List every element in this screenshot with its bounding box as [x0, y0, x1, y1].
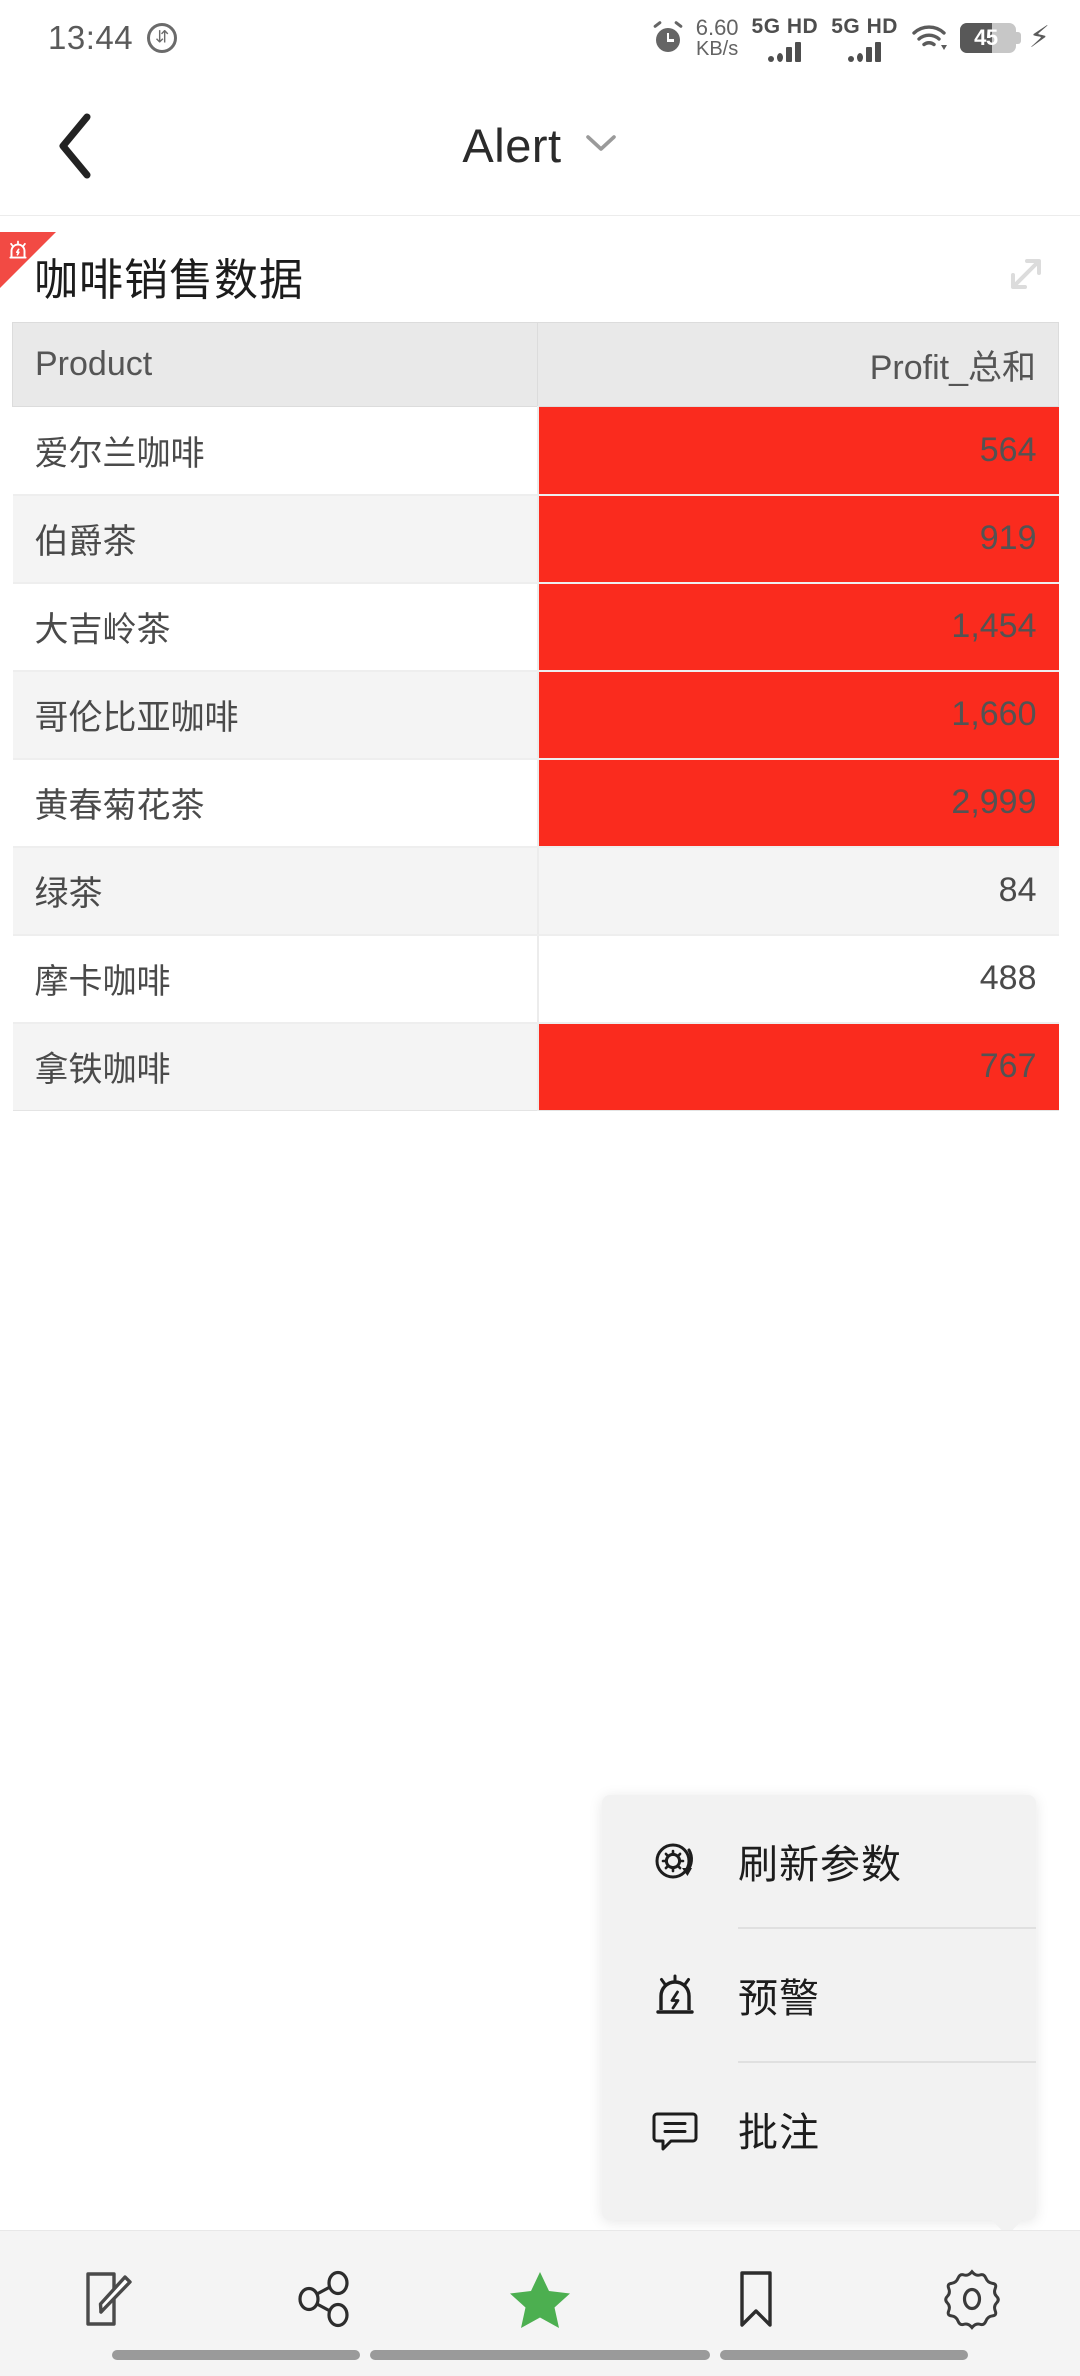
wifi-icon	[911, 24, 947, 52]
sim2-label: 5G HD	[831, 14, 898, 38]
gear-icon	[944, 2269, 1000, 2330]
table-row[interactable]: 拿铁咖啡 767	[12, 1022, 1059, 1111]
expand-diagonal-icon	[1011, 258, 1041, 289]
edit-note-icon	[86, 2272, 132, 2326]
system-navigation-bar[interactable]	[0, 2348, 1080, 2362]
table-body: 爱尔兰咖啡 564 伯爵茶 919 大吉岭茶 1,454 哥伦比亚咖啡 1,660 黄春菊花茶 2…	[12, 406, 1059, 1111]
status-bar: 13:44 ⇵ 6.60 KB/s 5G HD 5G HD 45 ⚡	[0, 0, 1080, 76]
menu-item-label: 刷新参数	[738, 1843, 902, 1887]
sim1-bars	[768, 41, 802, 62]
column-header-profit[interactable]: Profit_总和	[537, 322, 1059, 407]
network-speed-unit: KB/s	[696, 38, 739, 61]
status-right-group: 6.60 KB/s 5G HD 5G HD 45 ⚡	[652, 14, 1050, 62]
phone-screen: 13:44 ⇵ 6.60 KB/s 5G HD 5G HD 45 ⚡ Alert…	[0, 0, 1080, 2376]
share-icon	[298, 2270, 349, 2328]
report-card: 咖啡销售数据	[0, 232, 1080, 320]
network-speed-value: 6.60	[695, 14, 739, 40]
cell-product: 摩卡咖啡	[12, 934, 539, 1024]
menu-item-alert[interactable]: 预警	[602, 1929, 1036, 2061]
cell-profit: 488	[537, 934, 1059, 1024]
alarm-clock-icon	[652, 20, 683, 54]
toolbar-button-settings[interactable]	[922, 2259, 1022, 2339]
table-row[interactable]: 大吉岭茶 1,454	[12, 582, 1059, 672]
toolbar-button-bookmark[interactable]	[706, 2259, 806, 2339]
cell-product: 伯爵茶	[12, 494, 539, 584]
nav-back-pill[interactable]	[112, 2350, 360, 2360]
cell-product: 拿铁咖啡	[12, 1022, 539, 1111]
sim1-label: 5G HD	[751, 14, 819, 38]
chevron-left-icon	[59, 113, 91, 178]
cell-profit: 84	[537, 846, 1059, 936]
refresh-settings-icon	[648, 1834, 702, 1888]
app-navbar: Alert	[0, 76, 1080, 216]
cell-profit-alert: 564	[537, 406, 1059, 496]
table-row[interactable]: 摩卡咖啡 488	[12, 934, 1059, 1024]
siren-alert-icon	[9, 240, 27, 259]
sim2-bars	[848, 41, 882, 62]
network-speed: 6.60 KB/s	[695, 14, 739, 61]
sim2-signal: 5G HD	[831, 15, 898, 62]
cell-product: 哥伦比亚咖啡	[12, 670, 539, 760]
battery-percent: 45	[974, 25, 998, 50]
cell-profit-alert: 1,660	[537, 670, 1059, 760]
download-upload-icon: ⇵	[147, 23, 178, 53]
table-header-row: Product Profit_总和	[12, 322, 1059, 407]
sim1-signal: 5G HD	[752, 15, 819, 62]
nav-home-pill[interactable]	[370, 2350, 710, 2360]
column-header-product[interactable]: Product	[12, 322, 538, 407]
title-dropdown-button[interactable]	[584, 132, 618, 159]
cell-product: 绿茶	[12, 846, 539, 936]
siren-alert-icon	[648, 1968, 702, 2022]
table-row[interactable]: 黄春菊花茶 2,999	[12, 758, 1059, 848]
table-row[interactable]: 绿茶 84	[12, 846, 1059, 936]
table-row[interactable]: 哥伦比亚咖啡 1,660	[12, 670, 1059, 760]
toolbar-button-share[interactable]	[274, 2259, 374, 2339]
table-row[interactable]: 爱尔兰咖啡 564	[12, 406, 1059, 496]
menu-item-annotation[interactable]: 批注	[602, 2063, 1036, 2195]
back-button[interactable]	[22, 91, 132, 201]
cell-profit-alert: 767	[537, 1022, 1059, 1111]
menu-item-refresh-params[interactable]: 刷新参数	[602, 1795, 1036, 1927]
chevron-down-icon	[585, 135, 616, 151]
menu-item-label: 预警	[738, 1977, 820, 2021]
star-icon	[510, 2272, 570, 2328]
cell-profit-alert: 919	[537, 494, 1059, 584]
cell-profit-alert: 1,454	[537, 582, 1059, 672]
card-header: 咖啡销售数据	[0, 232, 1080, 320]
menu-item-label: 批注	[738, 2111, 820, 2155]
toolbar-button-favorite[interactable]	[490, 2259, 590, 2339]
expand-fullscreen-button[interactable]	[1000, 248, 1052, 305]
page-title: Alert	[462, 119, 562, 172]
cell-profit-alert: 2,999	[537, 758, 1059, 848]
context-menu: 刷新参数 预警 批注	[602, 1795, 1036, 2236]
table-row[interactable]: 伯爵茶 919	[12, 494, 1059, 584]
cell-product: 爱尔兰咖啡	[12, 406, 539, 496]
cell-product: 黄春菊花茶	[12, 758, 539, 848]
comment-icon	[648, 2102, 702, 2156]
toolbar-button-edit[interactable]	[58, 2259, 158, 2339]
bookmark-icon	[740, 2271, 772, 2327]
card-title: 咖啡销售数据	[34, 256, 304, 305]
lightning-bolt-icon: ⚡	[1028, 21, 1050, 54]
status-time: 13:44	[48, 19, 134, 56]
cell-product: 大吉岭茶	[12, 582, 539, 672]
nav-recents-pill[interactable]	[720, 2350, 968, 2360]
data-table[interactable]: Product Profit_总和 爱尔兰咖啡 564 伯爵茶 919 大吉岭茶 1,45…	[12, 322, 1059, 1111]
battery-indicator: 45	[959, 23, 1021, 53]
